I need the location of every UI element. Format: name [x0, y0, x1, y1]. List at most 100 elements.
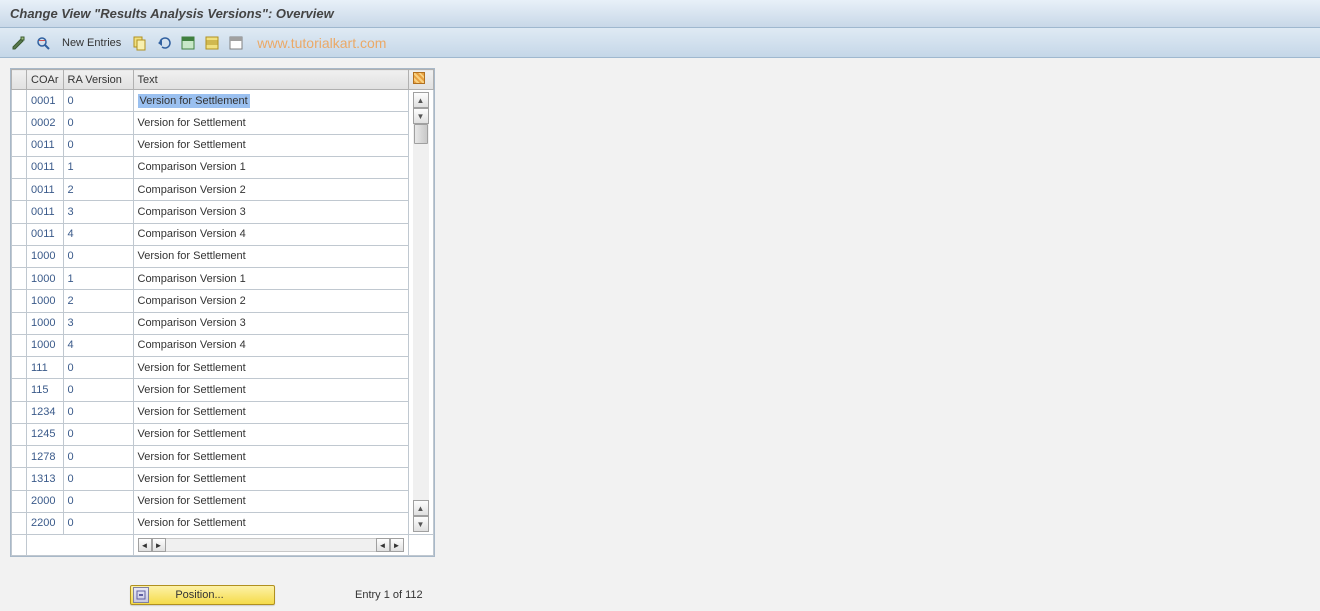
row-selector-cell[interactable] — [12, 223, 27, 245]
table-row[interactable]: 10001Comparison Version 1 — [12, 268, 434, 290]
cell-coar[interactable]: 1000 — [27, 290, 64, 312]
row-selector-cell[interactable] — [12, 268, 27, 290]
cell-text[interactable]: Comparison Version 2 — [133, 179, 408, 201]
cell-text[interactable]: Version for Settlement — [133, 357, 408, 379]
cell-ra-version[interactable]: 0 — [63, 245, 133, 267]
row-selector-cell[interactable] — [12, 357, 27, 379]
cell-text[interactable]: Comparison Version 3 — [133, 312, 408, 334]
cell-ra-version[interactable]: 0 — [63, 423, 133, 445]
cell-ra-version[interactable]: 1 — [63, 156, 133, 178]
row-selector-cell[interactable] — [12, 423, 27, 445]
cell-ra-version[interactable]: 4 — [63, 334, 133, 356]
cell-coar[interactable]: 0011 — [27, 179, 64, 201]
cell-text[interactable]: Version for Settlement — [133, 423, 408, 445]
row-selector-cell[interactable] — [12, 334, 27, 356]
cell-text[interactable]: Version for Settlement — [133, 446, 408, 468]
cell-coar[interactable]: 1000 — [27, 245, 64, 267]
new-entries-button[interactable]: New Entries — [58, 35, 125, 51]
cell-text[interactable]: Version for Settlement — [133, 134, 408, 156]
row-selector-cell[interactable] — [12, 201, 27, 223]
cell-text[interactable]: Comparison Version 4 — [133, 223, 408, 245]
row-selector-cell[interactable] — [12, 512, 27, 534]
toggle-display-change-icon[interactable] — [10, 34, 28, 52]
hscroll-left-button[interactable]: ◄ — [138, 538, 152, 552]
table-row[interactable]: 1150Version for Settlement — [12, 379, 434, 401]
scroll-up-button[interactable]: ▲ — [413, 92, 429, 108]
column-header-coar[interactable]: COAr — [27, 70, 64, 90]
select-block-icon[interactable] — [203, 34, 221, 52]
scroll-down-button-top[interactable]: ▼ — [413, 108, 429, 124]
cell-coar[interactable]: 1000 — [27, 312, 64, 334]
cell-ra-version[interactable]: 4 — [63, 223, 133, 245]
cell-text[interactable]: Comparison Version 1 — [133, 156, 408, 178]
cell-ra-version[interactable]: 0 — [63, 357, 133, 379]
cell-coar[interactable]: 0011 — [27, 156, 64, 178]
cell-ra-version[interactable]: 2 — [63, 179, 133, 201]
copy-as-icon[interactable] — [131, 34, 149, 52]
row-selector-header[interactable] — [12, 70, 27, 90]
cell-coar[interactable]: 2000 — [27, 490, 64, 512]
hscroll-right-inner-button[interactable]: ► — [152, 538, 166, 552]
column-header-text[interactable]: Text — [133, 70, 408, 90]
cell-ra-version[interactable]: 3 — [63, 201, 133, 223]
table-row[interactable]: 20000Version for Settlement — [12, 490, 434, 512]
cell-coar[interactable]: 1278 — [27, 446, 64, 468]
cell-coar[interactable]: 0011 — [27, 201, 64, 223]
row-selector-cell[interactable] — [12, 379, 27, 401]
cell-ra-version[interactable]: 0 — [63, 90, 133, 112]
table-row[interactable]: 00111Comparison Version 1 — [12, 156, 434, 178]
cell-ra-version[interactable]: 0 — [63, 468, 133, 490]
cell-ra-version[interactable]: 0 — [63, 379, 133, 401]
row-selector-cell[interactable] — [12, 490, 27, 512]
table-row[interactable]: 12340Version for Settlement — [12, 401, 434, 423]
deselect-all-icon[interactable] — [227, 34, 245, 52]
table-row[interactable]: 00113Comparison Version 3 — [12, 201, 434, 223]
cell-text[interactable]: Comparison Version 1 — [133, 268, 408, 290]
cell-coar[interactable]: 1000 — [27, 334, 64, 356]
table-row[interactable]: 10000Version for Settlement — [12, 245, 434, 267]
table-row[interactable]: 10003Comparison Version 3 — [12, 312, 434, 334]
cell-text[interactable]: Version for Settlement — [133, 401, 408, 423]
detail-icon[interactable] — [34, 34, 52, 52]
cell-text[interactable]: Comparison Version 3 — [133, 201, 408, 223]
row-selector-cell[interactable] — [12, 112, 27, 134]
cell-ra-version[interactable]: 3 — [63, 312, 133, 334]
cell-ra-version[interactable]: 1 — [63, 268, 133, 290]
table-row[interactable]: 12780Version for Settlement — [12, 446, 434, 468]
cell-ra-version[interactable]: 0 — [63, 112, 133, 134]
table-row[interactable]: 1110Version for Settlement — [12, 357, 434, 379]
cell-text[interactable]: Version for Settlement — [133, 512, 408, 534]
table-row[interactable]: 12450Version for Settlement — [12, 423, 434, 445]
cell-coar[interactable]: 111 — [27, 357, 64, 379]
table-row[interactable]: 00114Comparison Version 4 — [12, 223, 434, 245]
cell-coar[interactable]: 2200 — [27, 512, 64, 534]
scroll-up-button-bottom[interactable]: ▲ — [413, 500, 429, 516]
table-row[interactable]: 13130Version for Settlement — [12, 468, 434, 490]
cell-ra-version[interactable]: 0 — [63, 401, 133, 423]
cell-ra-version[interactable]: 0 — [63, 512, 133, 534]
row-selector-cell[interactable] — [12, 245, 27, 267]
cell-coar[interactable]: 0001 — [27, 90, 64, 112]
cell-text[interactable]: Version for Settlement — [133, 245, 408, 267]
cell-ra-version[interactable]: 0 — [63, 134, 133, 156]
cell-text[interactable]: Version for Settlement — [133, 379, 408, 401]
cell-text[interactable]: Version for Settlement — [133, 112, 408, 134]
scroll-down-button[interactable]: ▼ — [413, 516, 429, 532]
cell-text[interactable]: Version for Settlement — [133, 90, 408, 112]
table-row[interactable]: 22000Version for Settlement — [12, 512, 434, 534]
cell-coar[interactable]: 115 — [27, 379, 64, 401]
position-button[interactable]: Position... — [130, 585, 275, 605]
undo-icon[interactable] — [155, 34, 173, 52]
cell-coar[interactable]: 1000 — [27, 268, 64, 290]
hscroll-right-button[interactable]: ► — [390, 538, 404, 552]
row-selector-cell[interactable] — [12, 134, 27, 156]
table-row[interactable]: 00110Version for Settlement — [12, 134, 434, 156]
row-selector-cell[interactable] — [12, 446, 27, 468]
cell-ra-version[interactable]: 0 — [63, 446, 133, 468]
scroll-track[interactable] — [413, 144, 429, 500]
cell-coar[interactable]: 0002 — [27, 112, 64, 134]
cell-ra-version[interactable]: 2 — [63, 290, 133, 312]
row-selector-cell[interactable] — [12, 179, 27, 201]
table-row[interactable]: 10004Comparison Version 4 — [12, 334, 434, 356]
cell-coar[interactable]: 1234 — [27, 401, 64, 423]
